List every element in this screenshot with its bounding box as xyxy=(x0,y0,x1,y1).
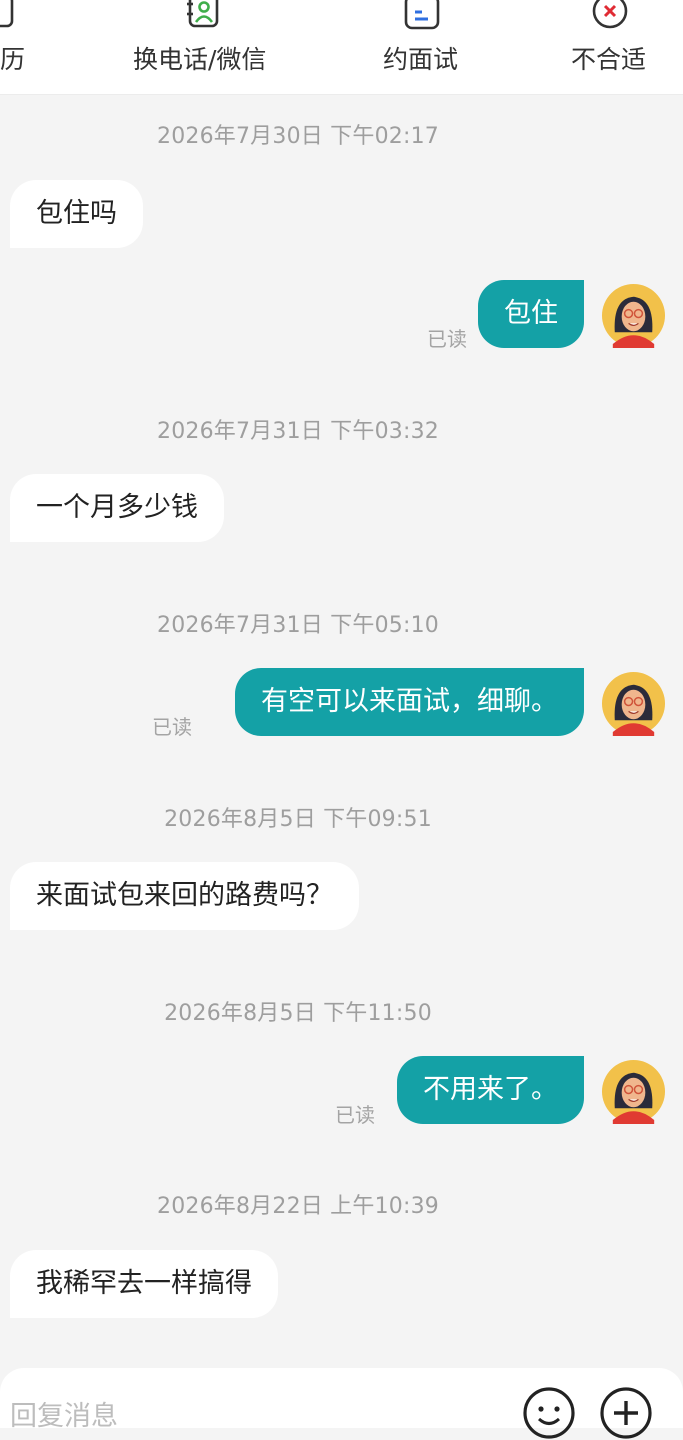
swap-contact-action[interactable]: 换电话/微信 xyxy=(133,0,278,94)
timestamp: 2026年8月5日 下午11:50 xyxy=(164,1001,432,1026)
outgoing-message[interactable]: 有空可以来面试，细聊。 xyxy=(235,668,584,736)
emoji-icon[interactable] xyxy=(522,1386,576,1440)
avatar[interactable] xyxy=(601,671,666,736)
read-status: 已读 xyxy=(152,715,192,739)
outgoing-message[interactable]: 不用来了。 xyxy=(397,1056,584,1124)
interview-action[interactable]: 约面试 xyxy=(383,0,463,94)
outgoing-message[interactable]: 包住 xyxy=(478,280,584,348)
swap-contact-label: 换电话/微信 xyxy=(133,45,267,74)
avatar[interactable] xyxy=(601,1059,666,1124)
plus-icon[interactable] xyxy=(599,1386,653,1440)
resume-icon xyxy=(0,0,14,28)
interview-label: 约面试 xyxy=(383,45,459,74)
incoming-message[interactable]: 一个月多少钱 xyxy=(10,474,224,542)
read-status: 已读 xyxy=(427,327,467,351)
action-bar: 历 换电话/微信 约面试 不合适 xyxy=(0,0,683,95)
incoming-message[interactable]: 包住吗 xyxy=(10,180,143,248)
timestamp: 2026年7月31日 下午05:10 xyxy=(157,613,439,638)
avatar[interactable] xyxy=(601,283,666,348)
timestamp: 2026年8月22日 上午10:39 xyxy=(157,1194,439,1219)
read-status: 已读 xyxy=(335,1103,375,1127)
incoming-message[interactable]: 我稀罕去一样搞得 xyxy=(10,1250,278,1318)
resume-label: 历 xyxy=(0,45,26,74)
not-suitable-action[interactable]: 不合适 xyxy=(571,0,651,94)
reply-input[interactable]: 回复消息 xyxy=(10,1394,118,1433)
not-suitable-label: 不合适 xyxy=(571,45,647,74)
contact-book-icon xyxy=(187,0,219,28)
resume-action[interactable]: 历 xyxy=(0,0,40,94)
incoming-message[interactable]: 来面试包来回的路费吗？ xyxy=(10,862,359,930)
clipboard-icon xyxy=(404,0,440,30)
reject-icon xyxy=(592,0,628,29)
timestamp: 2026年8月5日 下午09:51 xyxy=(164,807,432,832)
timestamp: 2026年7月31日 下午03:32 xyxy=(157,419,439,444)
timestamp: 2026年7月30日 下午02:17 xyxy=(157,124,439,149)
